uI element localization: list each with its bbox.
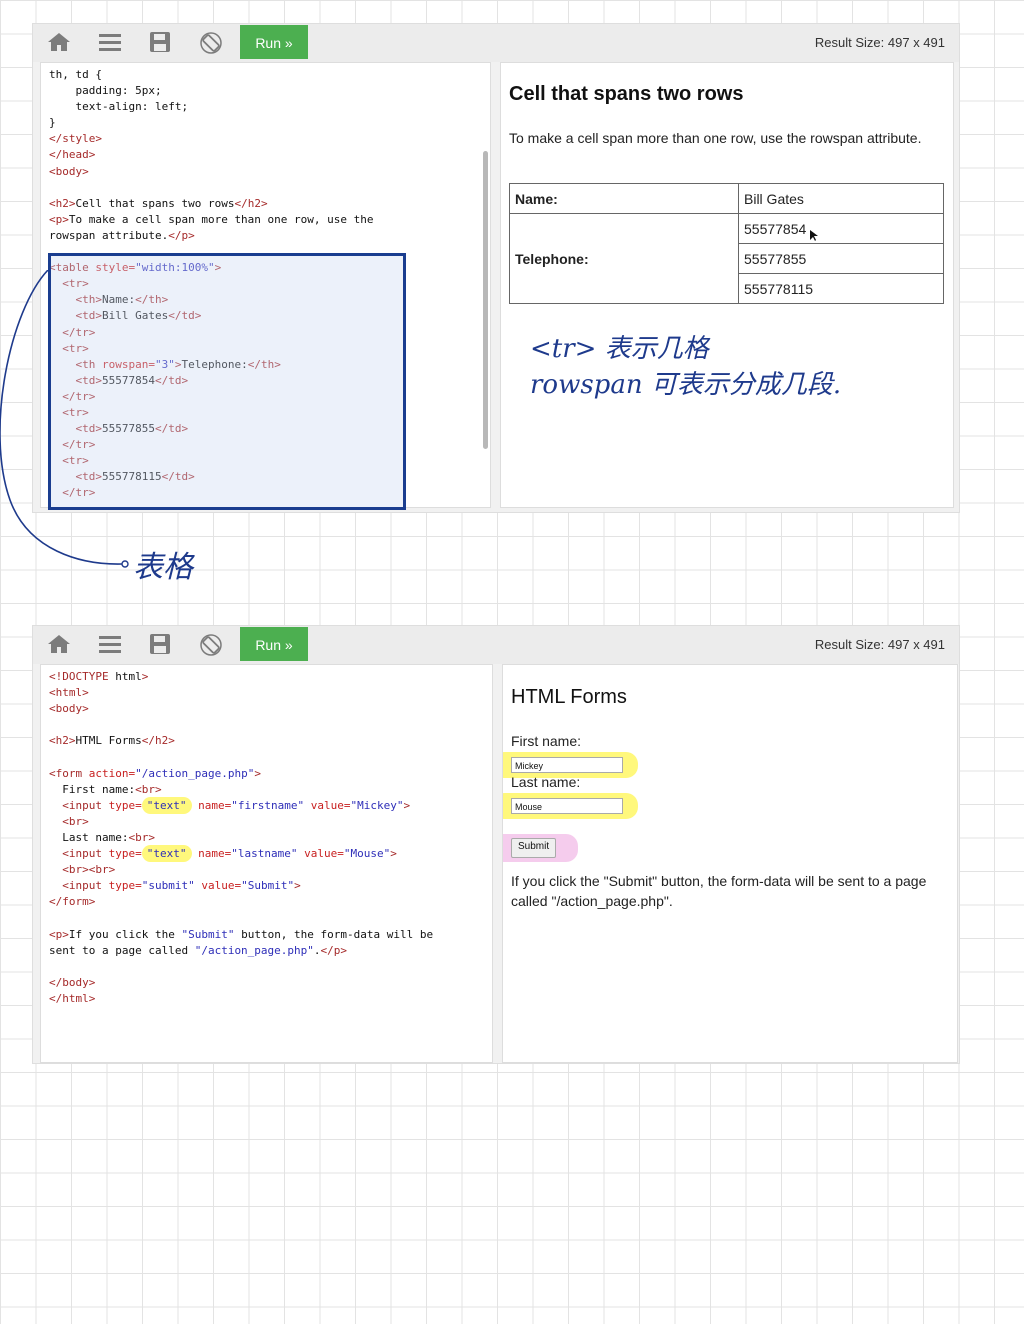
code-line[interactable]: sent to a page called "/action_page.php"… [49,944,347,957]
toolbar: Run » Result Size: 497 x 491 [33,626,959,664]
table-cell: 55577854 [738,213,944,244]
code-line[interactable]: <br> [49,815,89,828]
result-size: Result Size: 497 x 491 [814,35,945,50]
code-line[interactable]: padding: 5px; [49,84,161,97]
code-line[interactable]: th, td { [49,68,102,81]
code-line[interactable]: <form action="/action_page.php"> [49,767,261,780]
annotation-note-1: <tr> 表示几格 [530,334,709,364]
result-paragraph: If you click the "Submit" button, the fo… [511,873,927,909]
result-pane: Cell that spans two rows To make a cell … [500,62,954,508]
code-line[interactable]: <h2>Cell that spans two rows</h2> [49,197,268,210]
first-name-label: First name: [511,733,582,749]
code-line[interactable]: </body> [49,976,95,989]
annotation-arrow [0,270,129,568]
code-line[interactable]: <body> [49,702,89,715]
code-line[interactable]: <input type= "text" name="firstname" valu… [49,796,410,814]
code-line[interactable]: </style> [49,132,102,145]
table-cell: Bill Gates [738,183,944,214]
code-line[interactable]: } [49,116,56,129]
result-paragraph: To make a cell span more than one row, u… [509,130,922,146]
code-editor[interactable]: <!DOCTYPE html> <html> <body> <h2>HTML F… [40,664,493,1063]
rotate-icon[interactable] [198,31,224,55]
code-line[interactable]: <input type= "text" name="lastname" value… [49,845,397,863]
phone-table: Name: Bill Gates Telephone: 55577854 555… [509,183,944,304]
code-line[interactable]: Last name:<br> [49,831,155,844]
code-line[interactable]: </head> [49,148,95,161]
result-heading: HTML Forms [511,686,627,708]
code-line[interactable]: First name:<br> [49,783,161,796]
code-line[interactable]: rowspan attribute.</p> [49,229,195,242]
menu-icon[interactable] [97,31,123,55]
editor-panel-2: Run » Result Size: 497 x 491 <!DOCTYPE h… [33,626,959,1063]
menu-icon[interactable] [97,633,123,657]
table-header-name: Name: [509,183,739,214]
table-header-telephone: Telephone: [509,213,739,304]
table-row: Telephone: 55577854 [509,213,944,304]
code-line[interactable]: <br><br> [49,863,115,876]
code-line[interactable]: <!DOCTYPE html> [49,670,148,683]
code-line[interactable]: <p>If you click the "Submit" button, the… [49,928,433,941]
code-line[interactable]: <p>To make a cell span more than one row… [49,213,374,226]
code-line[interactable]: </form> [49,895,95,908]
result-heading: Cell that spans two rows [509,83,744,105]
code-line[interactable]: <h2>HTML Forms</h2> [49,734,175,747]
table-row: Name: Bill Gates [509,183,944,214]
save-icon[interactable] [147,633,173,657]
annotation-note-2: rowspan 可表示分成几段. [530,370,842,400]
submit-button[interactable]: Submit [511,838,557,858]
code-line[interactable]: <html> [49,686,89,699]
result-size: Result Size: 497 x 491 [814,637,945,652]
code-text[interactable]: <!DOCTYPE html> <html> <body> <h2>HTML F… [41,665,492,1011]
last-name-input[interactable]: Mouse [511,798,623,814]
code-line[interactable]: text-align: left; [49,100,188,113]
table-cell: 55577855 [738,243,944,274]
last-name-label: Last name: [511,774,581,790]
run-button[interactable]: Run » [240,25,308,59]
rotate-icon[interactable] [198,633,224,657]
cursor-icon [810,230,818,241]
home-icon[interactable] [46,31,72,55]
annotation-label-table: 表格 [133,550,193,585]
first-name-input[interactable]: Mickey [511,757,623,773]
home-icon[interactable] [46,633,72,657]
run-button[interactable]: Run » [240,627,308,661]
result-pane: HTML Forms First name: Mickey Last name:… [502,664,958,1063]
save-icon[interactable] [147,31,173,55]
table-cell: 555778115 [738,273,944,304]
code-line[interactable]: </html> [49,992,95,1005]
code-line[interactable]: <input type="submit" value="Submit"> [49,879,300,892]
code-line[interactable]: <body> [49,165,89,178]
scrollbar[interactable] [483,151,488,449]
toolbar: Run » Result Size: 497 x 491 [33,24,959,62]
